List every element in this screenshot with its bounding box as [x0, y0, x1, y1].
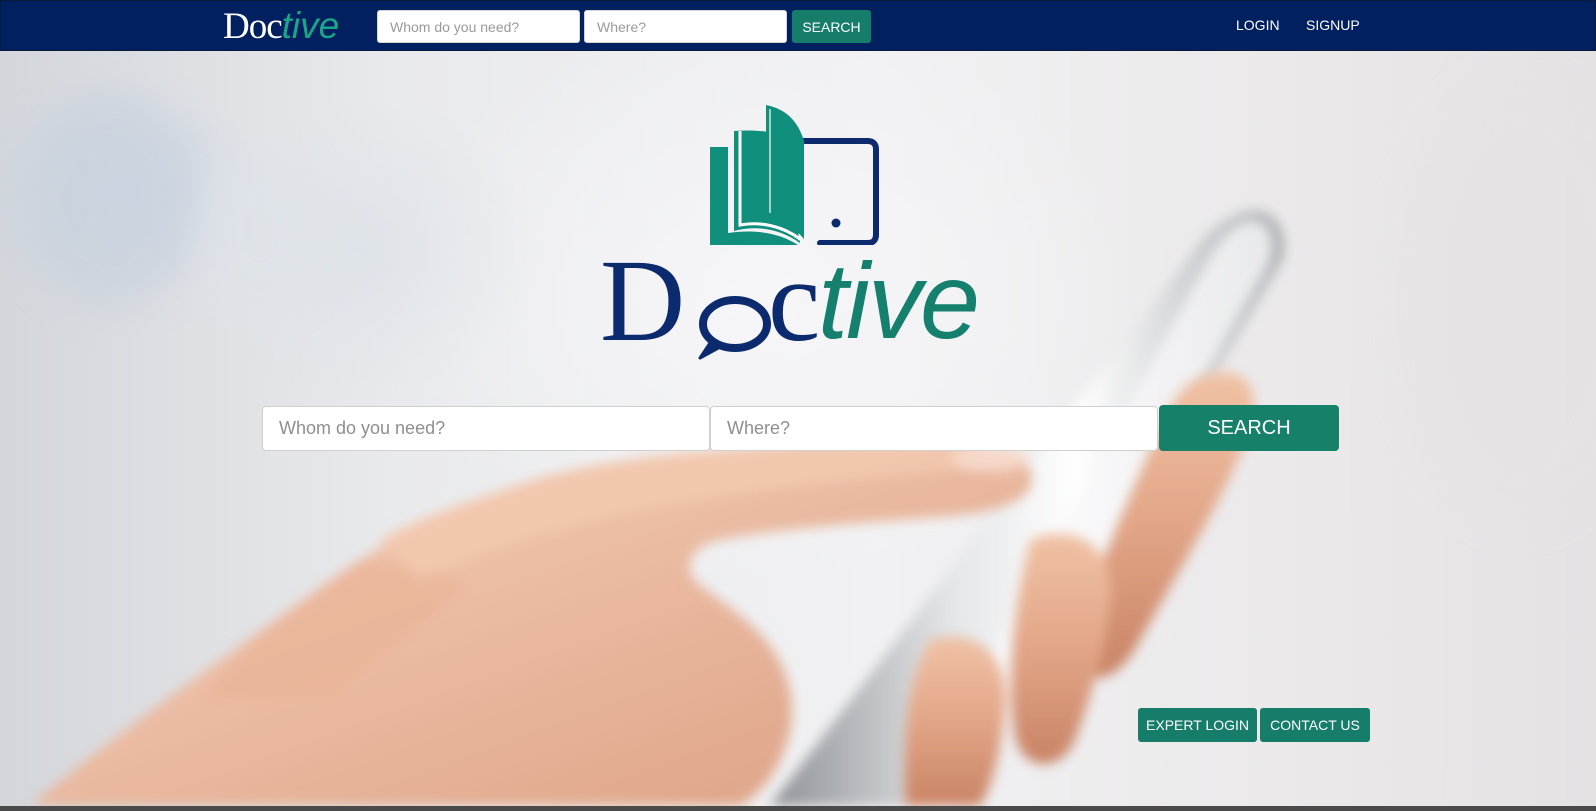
doctive-book-tablet-icon: [710, 105, 879, 245]
login-link[interactable]: LOGIN: [1236, 17, 1280, 33]
navbar-logo-suffix: tive: [281, 5, 340, 46]
hero-who-input[interactable]: [262, 406, 710, 451]
bottom-scroll-edge: [0, 806, 1596, 811]
navbar-logo[interactable]: Doctive: [223, 5, 339, 47]
hero-where-input[interactable]: [710, 406, 1158, 451]
signup-link[interactable]: SIGNUP: [1306, 17, 1360, 33]
speech-bubble-icon: [698, 296, 771, 360]
navbar-logo-prefix: Doc: [223, 6, 283, 47]
navbar-where-input[interactable]: [584, 10, 787, 43]
wordmark-c: c: [768, 235, 821, 366]
hero-search-button[interactable]: SEARCH: [1159, 405, 1339, 451]
navbar-who-input[interactable]: [377, 10, 580, 43]
contact-us-button[interactable]: CONTACT US: [1260, 708, 1370, 742]
navbar-search-button[interactable]: SEARCH: [792, 10, 871, 43]
doctive-wordmark: D c tive: [600, 235, 1020, 366]
expert-login-button[interactable]: EXPERT LOGIN: [1138, 708, 1257, 742]
wordmark-d: D: [600, 235, 686, 366]
wordmark-tive: tive: [818, 240, 980, 361]
top-navbar: Doctive SEARCH LOGIN SIGNUP: [0, 0, 1596, 51]
